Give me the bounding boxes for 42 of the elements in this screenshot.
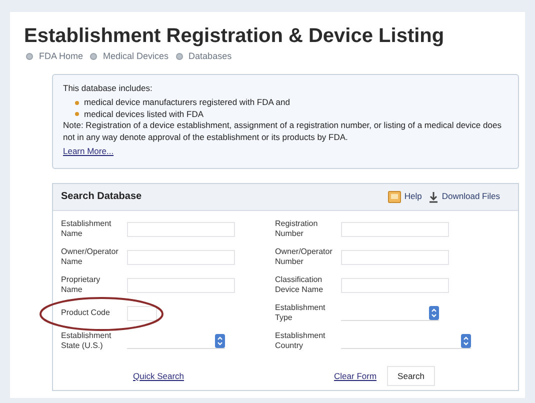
field-label: Owner/Operator Number <box>275 247 331 267</box>
input-field[interactable] <box>127 250 235 264</box>
input-field[interactable] <box>341 222 449 236</box>
field-label: Proprietary Name <box>61 275 102 295</box>
bullet-icon <box>176 53 183 60</box>
help-link[interactable]: Help <box>388 190 422 203</box>
search-button[interactable]: Search <box>386 366 436 386</box>
info-text: This database includes: <box>63 82 154 94</box>
clear-form-link[interactable]: Clear Form <box>334 370 377 382</box>
bullet-icon <box>75 112 79 116</box>
bullet-icon <box>90 53 98 60</box>
input-field[interactable] <box>127 306 157 320</box>
bullet-icon <box>26 53 33 60</box>
download-link[interactable]: Download Files <box>428 190 500 203</box>
input-field[interactable] <box>341 278 449 292</box>
stepper-icon <box>429 306 439 320</box>
download-icon <box>428 190 439 202</box>
note-text: Note: Registration of a device establishment, assignment of a registration number, or listing of a medical device does not in any way denote approval of the establishment or its products by FDA. <box>63 120 502 143</box>
quick-search-link[interactable]: Quick Search <box>133 370 184 382</box>
stepper-icon <box>215 334 225 348</box>
field-label: Establishment Type <box>275 303 326 323</box>
bullet-icon <box>75 100 79 105</box>
input-field[interactable] <box>341 250 449 264</box>
field-label: Registration Number <box>275 219 319 239</box>
field-label: Establishment Country <box>275 331 326 351</box>
list-item: medical devices listed with FDA <box>84 108 204 120</box>
breadcrumb-link[interactable]: Databases <box>188 50 232 64</box>
stepper-icon <box>461 334 471 348</box>
field-label: Owner/Operator Name <box>61 247 117 267</box>
learn-more-link[interactable]: Learn More... <box>63 146 114 158</box>
breadcrumb-link[interactable]: Medical Devices <box>103 50 169 64</box>
input-field[interactable] <box>127 222 235 236</box>
field-label: Establishment Name <box>61 219 112 239</box>
book-icon <box>388 190 402 202</box>
list-item: medical device manufacturers registered with FDA and <box>84 97 290 108</box>
field-label: Product Code <box>61 308 111 318</box>
panel-title: Search Database <box>61 190 142 204</box>
page-title: Establishment Registration & Device Listing <box>24 26 446 46</box>
field-label: Classification Device Name <box>275 275 324 295</box>
input-field[interactable] <box>127 278 235 292</box>
breadcrumb-link[interactable]: FDA Home <box>39 50 84 64</box>
field-label: Establishment State (U.S.) <box>61 331 112 351</box>
